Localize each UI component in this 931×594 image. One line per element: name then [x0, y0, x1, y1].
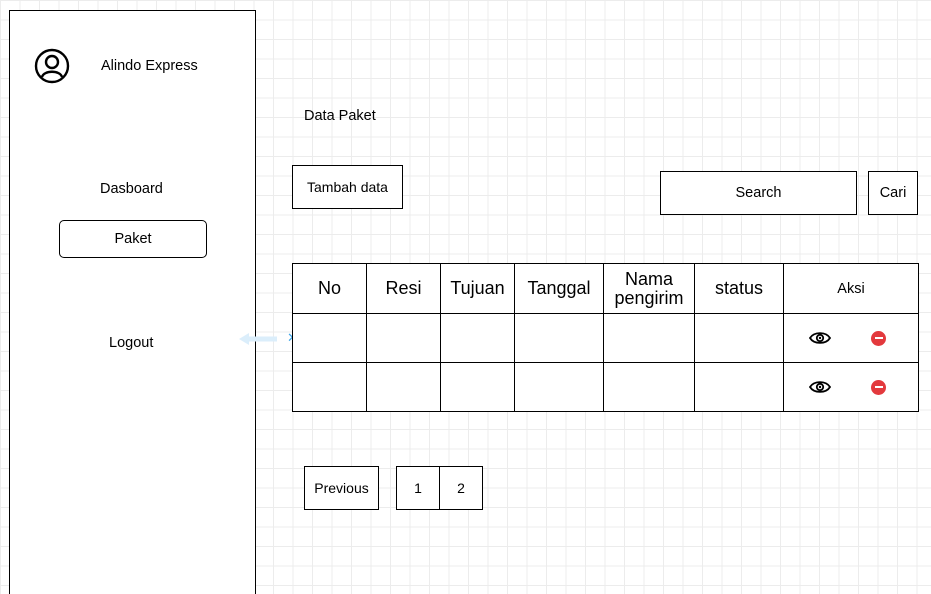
table-header-aksi: Aksi [784, 264, 918, 314]
page-title: Data Paket [304, 108, 376, 124]
table-cell [515, 363, 604, 411]
search-button[interactable]: Cari [868, 171, 918, 215]
table-cell [441, 363, 515, 411]
table-cell-actions [784, 363, 918, 411]
page-button-1[interactable]: 1 [397, 467, 440, 509]
header-label: status [714, 278, 764, 299]
table-cell [604, 363, 695, 411]
app-name: Alindo Express [101, 58, 198, 74]
data-table: No Resi Tujuan Tanggal Nama pengirim sta… [292, 263, 919, 412]
eye-icon[interactable] [809, 331, 831, 345]
table-cell [293, 314, 367, 363]
search-input[interactable]: Search [660, 171, 857, 215]
table-cell [293, 363, 367, 411]
sidebar-item-paket[interactable]: Paket [59, 220, 207, 258]
pagination: 1 2 [396, 466, 483, 510]
header-label: Nama pengirim [614, 268, 684, 308]
previous-button[interactable]: Previous [304, 466, 379, 510]
delete-icon[interactable] [871, 330, 886, 346]
table-header-status: status [695, 264, 784, 314]
eye-icon[interactable] [809, 380, 831, 394]
table-cell [695, 363, 784, 411]
table-cell [367, 314, 441, 363]
page-button-2[interactable]: 2 [440, 467, 482, 509]
table-cell [515, 314, 604, 363]
table-header-nama-pengirim: Nama pengirim [604, 264, 695, 314]
sidebar [9, 10, 256, 594]
table-header-tujuan: Tujuan [441, 264, 515, 314]
header-label: No [317, 278, 341, 299]
table-cell [367, 363, 441, 411]
user-circle-icon[interactable] [34, 48, 70, 84]
table-cell [604, 314, 695, 363]
header-label: Tujuan [450, 278, 505, 299]
table-cell [441, 314, 515, 363]
header-label: Aksi [837, 280, 865, 297]
header-label: Resi [385, 278, 422, 299]
table-cell-actions [784, 314, 918, 363]
header-label: Tanggal [527, 278, 591, 299]
sidebar-item-dasboard[interactable]: Dasboard [100, 181, 163, 197]
guide-arrow-icon [239, 333, 277, 345]
table-header-tanggal: Tanggal [515, 264, 604, 314]
delete-icon[interactable] [871, 379, 886, 395]
table-header-no: No [293, 264, 367, 314]
table-cell [695, 314, 784, 363]
table-header-resi: Resi [367, 264, 441, 314]
sidebar-item-logout[interactable]: Logout [109, 335, 153, 351]
add-data-button[interactable]: Tambah data [292, 165, 403, 209]
